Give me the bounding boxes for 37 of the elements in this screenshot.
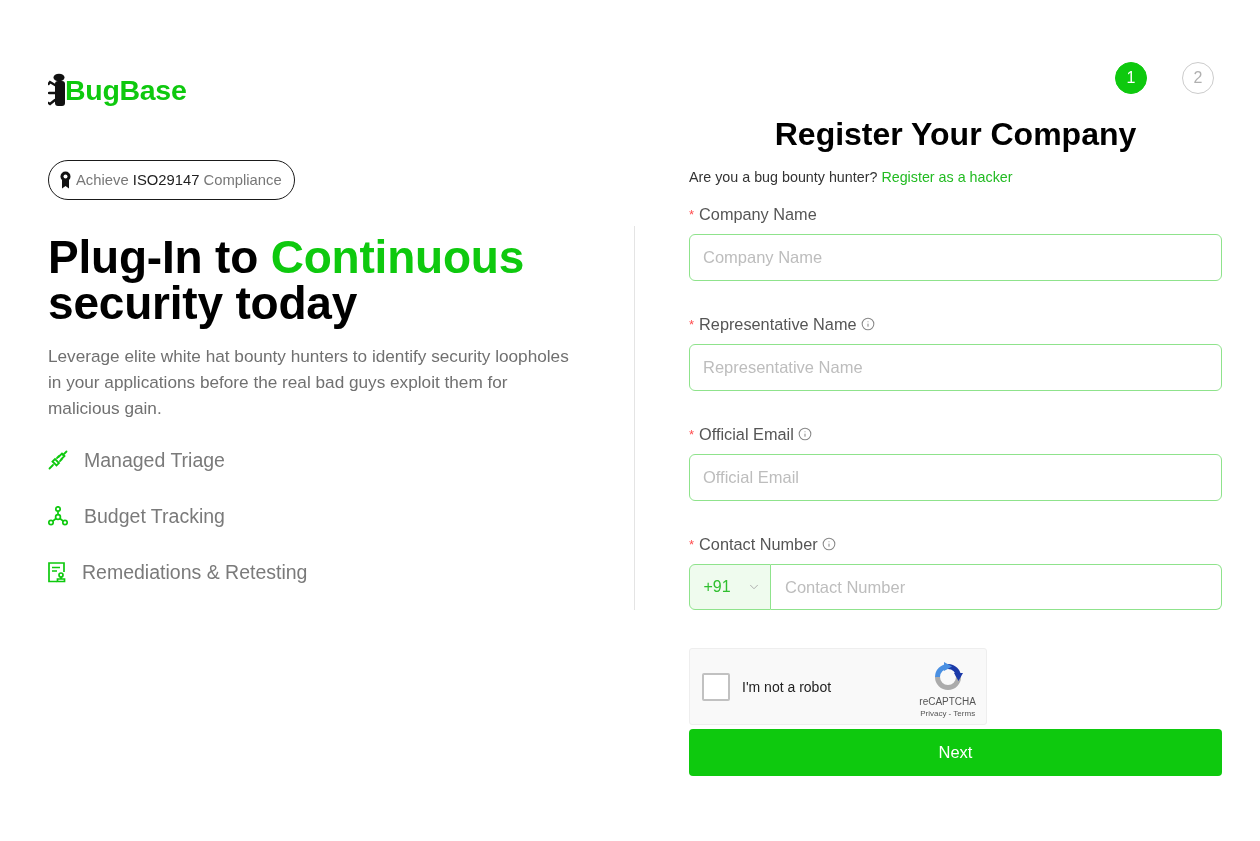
feature-label: Remediations & Retesting [82,560,308,584]
field-label: Contact Number [699,534,818,554]
field-label: Company Name [699,204,817,224]
plug-icon [48,450,68,470]
info-icon[interactable] [821,537,836,551]
award-icon [60,171,71,189]
info-icon[interactable] [797,427,812,441]
text-input[interactable]: Official Email [689,454,1222,501]
text-input[interactable]: Representative Name [689,344,1222,391]
next-button[interactable]: Next [689,729,1222,776]
captcha-checkbox[interactable] [702,672,730,701]
captcha-label: I'm not a robot [742,678,832,695]
info-icon[interactable] [860,317,875,331]
hacker-register-link[interactable]: Register as a hacker [881,169,1013,185]
step-indicator: 2 [1182,62,1214,94]
bug-icon [48,73,65,107]
step-indicator: 1 [1115,62,1147,94]
phone-input[interactable]: Contact Number [771,564,1222,610]
hacker-prompt: Are you a bug bounty hunter? Register as a hacker [689,168,1014,187]
required-asterisk: * [689,536,695,552]
document-stamp-icon [48,561,66,583]
brand-name: BugBase [65,73,187,107]
required-asterisk: * [689,426,695,442]
field-label: Official Email [699,424,794,444]
required-asterisk: * [689,206,695,222]
text-input[interactable]: Company Name [689,234,1222,281]
form-title: Register Your Company [773,115,1138,154]
required-asterisk: * [689,316,695,332]
country-code-select[interactable]: +91 [689,564,771,610]
feature-label: Budget Tracking [84,504,225,528]
network-icon [48,506,68,526]
feature-label: Managed Triage [84,448,225,472]
description: Leverage elite white hat bounty hunters to identify security loopholes in your applications before the real bad guys exploit them for malicious gain. [48,345,570,420]
captcha-links[interactable]: Privacy - Terms [920,709,976,718]
field-label: Representative Name [699,314,857,334]
badge-text: Achieve ISO29147 Compliance [76,172,282,188]
captcha-brand: reCAPTCHA [919,696,976,707]
